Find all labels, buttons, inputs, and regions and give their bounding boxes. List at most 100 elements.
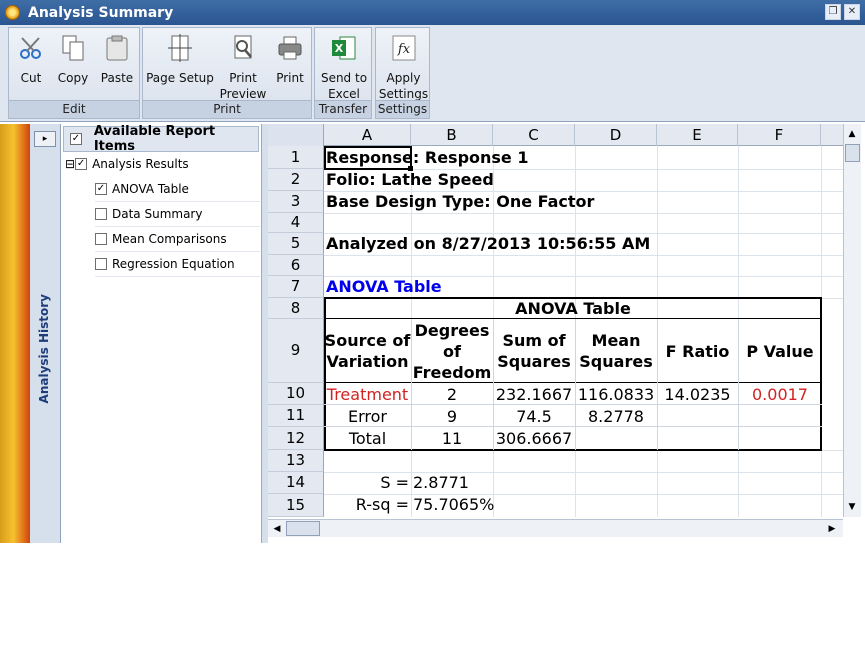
ribbon-group-print: Page Setup Print Preview Print Print [142,27,312,119]
tree-node-analysis-results[interactable]: ⊟ ✓ Analysis Results [61,151,261,176]
ribbon-group-edit: Cut Copy Paste Edit [8,27,140,119]
treatment-df: 2 [446,385,458,404]
row-header[interactable]: 13 [268,450,324,472]
column-header-b[interactable]: B [411,124,493,146]
cut-label: Cut [20,71,42,85]
print-preview-button[interactable]: Print Preview [219,28,267,101]
header-p-value: P Value [746,342,814,361]
restore-button[interactable]: ❐ [825,4,841,20]
send-to-excel-label: Send to Excel [320,71,368,101]
analysis-results-checkbox[interactable]: ✓ [75,157,88,170]
header-mean-squares: Mean Squares [579,331,653,371]
page-setup-button[interactable]: Page Setup [145,28,215,100]
tree-item-anova-table[interactable]: ✓ ANOVA Table [61,176,261,201]
row-header[interactable]: 12 [268,427,324,450]
cut-button[interactable]: Cut [11,28,51,100]
history-expand-button[interactable]: ▸ [34,131,56,147]
tree-item-data-summary[interactable]: Data Summary [61,201,261,226]
grid-line [324,213,844,214]
row-header[interactable]: 7 [268,276,324,298]
row-header[interactable]: 2 [268,169,324,191]
window-title: Analysis Summary [28,4,174,21]
row-header[interactable]: 14 [268,472,324,494]
title-bar: Analysis Summary ❐ ✕ [0,0,865,25]
select-all-corner[interactable] [268,124,324,146]
apply-settings-label: Apply Settings [378,71,429,101]
report-spreadsheet[interactable]: A B C D E F 1 2 3 4 5 6 7 8 9 10 11 12 1… [268,124,865,543]
row-header[interactable]: 4 [268,213,324,233]
mean-comparisons-checkbox[interactable] [95,232,107,245]
s-value: 2.8771 [413,473,469,492]
row-header[interactable]: 3 [268,191,324,213]
page-setup-icon [168,34,192,62]
header-source-of-variation: Source of Variation [324,331,411,371]
table-line [324,382,822,383]
table-line [324,318,822,319]
horizontal-scrollbar[interactable]: ◀ ▶ [268,519,843,537]
scroll-right-arrow-icon[interactable]: ▶ [824,521,840,537]
table-line [324,404,822,405]
apply-settings-button[interactable]: fx Apply Settings [378,28,429,101]
folio-label: Folio: Lathe Speed [326,170,494,189]
row-header[interactable]: 5 [268,233,324,255]
row-header[interactable]: 9 [268,319,324,383]
scissors-icon [20,37,41,59]
error-ss: 74.5 [516,407,552,426]
vertical-scrollbar[interactable]: ▲ ▼ [843,124,861,517]
anova-table-label: ANOVA Table [112,181,189,196]
row-header[interactable]: 10 [268,383,324,405]
response-label: Response: Response 1 [326,148,529,167]
app-icon [5,5,20,20]
svg-text:X: X [335,42,344,55]
analyzed-on-label: Analyzed on 8/27/2013 10:56:55 AM [326,234,651,253]
excel-icon: X [332,36,356,60]
transfer-group-label: Transfer [315,100,371,118]
collapse-icon[interactable]: ⊟ [65,157,75,171]
print-group-label: Print [143,100,311,118]
treatment-p-value: 0.0017 [752,385,808,404]
error-ms: 8.2778 [588,407,644,426]
tree-header-checkbox[interactable]: ✓ [70,133,82,145]
scroll-left-arrow-icon[interactable]: ◀ [269,521,285,537]
scroll-up-arrow-icon[interactable]: ▲ [844,126,860,142]
column-header-a[interactable]: A [324,124,411,146]
print-preview-label: Print Preview [219,71,267,101]
regression-equation-label: Regression Equation [112,256,235,271]
row-header[interactable]: 15 [268,494,324,517]
treatment-source: Treatment [326,385,409,404]
paste-button[interactable]: Paste [95,28,139,100]
anova-table-checkbox[interactable]: ✓ [95,182,107,195]
total-df: 11 [441,429,463,448]
tree-item-regression-equation[interactable]: Regression Equation [61,251,261,276]
column-header-f[interactable]: F [738,124,821,146]
copy-button[interactable]: Copy [53,28,93,100]
column-header-e[interactable]: E [657,124,738,146]
row-header[interactable]: 1 [268,146,324,169]
header-degrees-of-freedom: Degrees of Freedom [412,321,492,382]
column-header-d[interactable]: D [575,124,657,146]
brand-logo-icon [7,639,23,655]
scroll-down-arrow-icon[interactable]: ▼ [844,499,860,515]
grid-line [324,255,844,256]
analysis-history-tab[interactable]: Analysis History [37,294,51,403]
regression-equation-checkbox[interactable] [95,257,107,270]
horizontal-scroll-thumb[interactable] [286,521,320,536]
data-summary-checkbox[interactable] [95,207,107,220]
row-header[interactable]: 11 [268,405,324,427]
tree-item-mean-comparisons[interactable]: Mean Comparisons [61,226,261,251]
row-header[interactable]: 6 [268,255,324,276]
column-header-c[interactable]: C [493,124,575,146]
send-to-excel-button[interactable]: X Send to Excel [317,28,371,101]
function-icon: fx [392,35,415,61]
total-source: Total [348,429,387,448]
row-header[interactable]: 8 [268,298,324,319]
treatment-f-ratio: 14.0235 [664,385,731,404]
anova-table-title: ANOVA Table [515,299,631,318]
edit-group-label: Edit [9,100,139,118]
vertical-scroll-thumb[interactable] [845,144,860,162]
report-items-tree: ✓ Available Report Items ⊟ ✓ Analysis Re… [61,124,262,543]
print-button[interactable]: Print [269,28,311,100]
ribbon-group-transfer: X Send to Excel Transfer [314,27,372,119]
close-button[interactable]: ✕ [844,4,860,20]
page-setup-label: Page Setup [146,71,214,85]
